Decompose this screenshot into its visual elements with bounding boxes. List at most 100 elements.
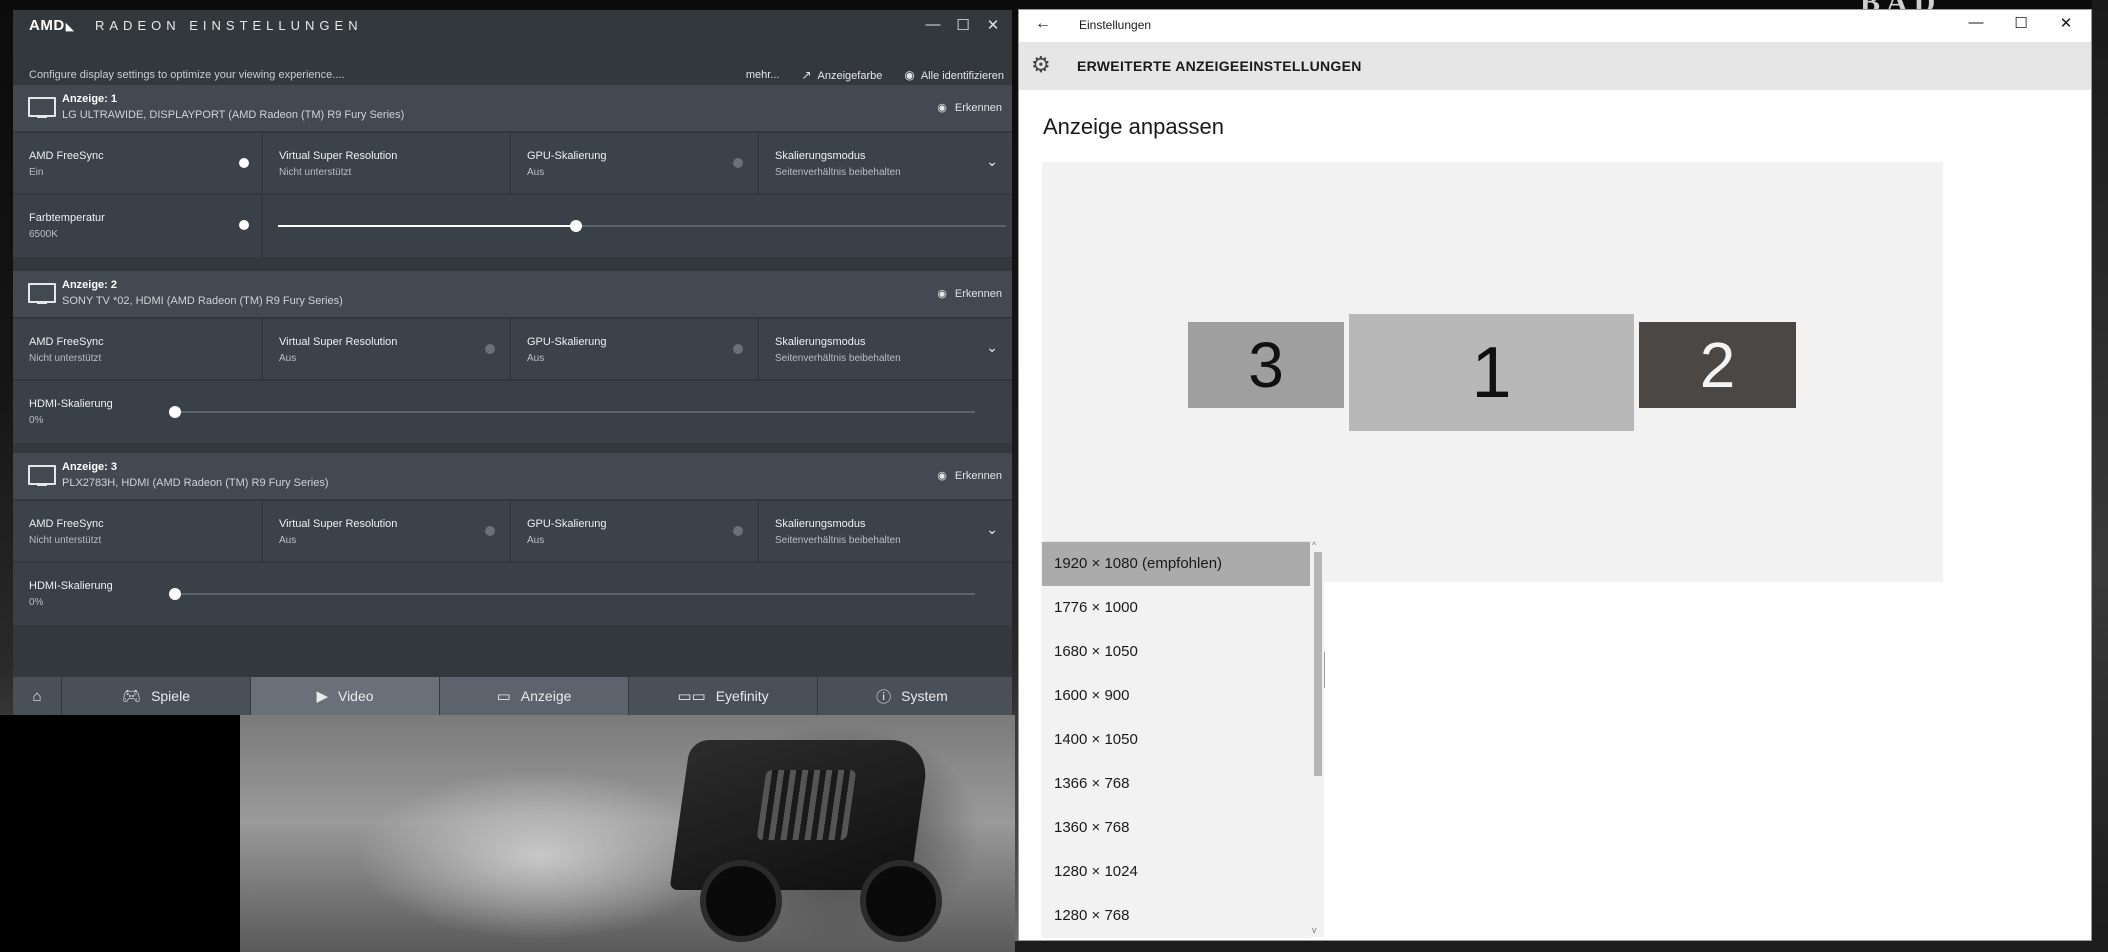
display-arrangement-area: 3 1 2 [1042, 162, 1943, 582]
gpu-scaling-setting[interactable]: GPU-Skalierung Aus [511, 501, 757, 561]
detect-button[interactable]: ◉ Erkennen [937, 469, 1002, 482]
vsr-setting[interactable]: Virtual Super Resolution Aus [263, 501, 509, 561]
close-button[interactable]: ✕ [2044, 14, 2088, 38]
amd-titlebar[interactable]: AMD◣ RADEON EINSTELLUNGEN — ☐ ✕ [13, 10, 1012, 50]
back-arrow-icon[interactable]: ← [1035, 15, 1051, 33]
dropdown-scrollbar[interactable]: ^ v [1310, 540, 1324, 937]
wallpaper-bottom [1015, 941, 2108, 952]
monitor-icon [28, 97, 56, 118]
color-temperature-toggle[interactable] [239, 220, 249, 230]
tab-display[interactable]: ▭ Anzeige [440, 677, 629, 715]
monitor-1-tile[interactable]: 1 [1349, 314, 1634, 431]
wallpaper-truck-wheel [700, 860, 782, 942]
tab-games[interactable]: 🎮︎ Spiele [62, 677, 251, 715]
more-link[interactable]: mehr... [746, 69, 780, 81]
slider-knob[interactable] [570, 220, 583, 232]
share-arrow-icon: ↗ [801, 68, 812, 82]
setting-value: Ein [29, 167, 44, 178]
color-temperature-slider[interactable] [278, 220, 1006, 232]
gpu-scaling-toggle[interactable] [733, 158, 743, 168]
freesync-toggle[interactable] [239, 158, 249, 168]
setting-label: Skalierungsmodus [775, 150, 866, 162]
gamepad-icon: 🎮︎ [122, 688, 142, 705]
tab-video[interactable]: ▶ Video [251, 677, 440, 715]
resolution-option[interactable]: 1366 × 768 [1042, 762, 1310, 806]
wallpaper-truck-wheel [860, 860, 942, 942]
slider-knob[interactable] [169, 588, 181, 600]
vsr-toggle[interactable] [485, 526, 495, 536]
setting-value: Aus [527, 535, 545, 546]
detect-button[interactable]: ◉ Erkennen [937, 101, 1002, 114]
gpu-scaling-setting[interactable]: GPU-Skalierung Aus [511, 319, 757, 379]
section-heading: Anzeige anpassen [1043, 114, 1225, 139]
resolution-option[interactable]: 1280 × 768 [1042, 894, 1310, 938]
maximize-button[interactable]: ☐ [1999, 14, 2043, 38]
hdmi-scaling-slider[interactable] [169, 588, 975, 600]
monitor-3-tile[interactable]: 3 [1188, 322, 1344, 408]
scroll-up-icon[interactable]: ^ [1312, 540, 1316, 550]
setting-label: AMD FreeSync [29, 150, 104, 162]
resolution-dropdown-list[interactable]: 1920 × 1080 (empfohlen) 1776 × 1000 1680… [1042, 540, 1324, 938]
setting-value: Aus [527, 167, 545, 178]
display-subtitle: PLX2783H, HDMI (AMD Radeon (TM) R9 Fury … [62, 477, 329, 489]
slider-label: HDMI-Skalierung [29, 398, 113, 410]
setting-label: GPU-Skalierung [527, 150, 607, 162]
setting-label: AMD FreeSync [29, 518, 104, 530]
display-color-link[interactable]: ↗ Anzeigefarbe [801, 68, 882, 82]
chevron-down-icon: ⌄ [986, 153, 998, 169]
scaling-mode-dropdown[interactable]: Skalierungsmodus Seitenverhältnis beibeh… [759, 133, 1012, 193]
close-button[interactable]: ✕ [981, 16, 1005, 36]
tab-system[interactable]: ⓘ System [818, 677, 1006, 715]
vsr-setting[interactable]: Virtual Super Resolution Nicht unterstüt… [263, 133, 509, 193]
resolution-option[interactable]: 1360 × 768 [1042, 806, 1310, 850]
freesync-setting[interactable]: AMD FreeSync Ein [13, 133, 261, 193]
setting-label: Virtual Super Resolution [279, 150, 398, 162]
slider-knob[interactable] [169, 406, 181, 418]
chevron-down-icon: ⌄ [986, 339, 998, 355]
setting-value: Aus [279, 535, 297, 546]
eye-icon: ◉ [937, 288, 947, 300]
scrollbar-thumb[interactable] [1314, 552, 1322, 776]
eye-icon: ◉ [904, 68, 915, 82]
freesync-setting[interactable]: AMD FreeSync Nicht unterstützt [13, 319, 261, 379]
eyefinity-icon: ▭▭ [677, 688, 706, 705]
resolution-option[interactable]: 1776 × 1000 [1042, 586, 1310, 630]
settings-titlebar[interactable]: ← Einstellungen — ☐ ✕ [1019, 10, 2091, 42]
gpu-scaling-setting[interactable]: GPU-Skalierung Aus [511, 133, 757, 193]
resolution-option[interactable]: 1280 × 1024 [1042, 850, 1310, 894]
scaling-mode-dropdown[interactable]: Skalierungsmodus Seitenverhältnis beibeh… [759, 319, 1012, 379]
maximize-button[interactable]: ☐ [951, 16, 975, 36]
resolution-option[interactable]: 1600 × 900 [1042, 674, 1310, 718]
slider-value: 0% [29, 415, 44, 426]
scroll-down-icon[interactable]: v [1312, 925, 1317, 935]
tab-eyefinity[interactable]: ▭▭ Eyefinity [629, 677, 818, 715]
amd-window-title: RADEON EINSTELLUNGEN [95, 18, 363, 33]
display-subtitle: SONY TV *02, HDMI (AMD Radeon (TM) R9 Fu… [62, 295, 343, 307]
setting-value: Aus [527, 353, 545, 364]
gpu-scaling-toggle[interactable] [733, 344, 743, 354]
resolution-option[interactable]: 1680 × 1050 [1042, 630, 1310, 674]
vsr-toggle[interactable] [485, 344, 495, 354]
minimize-button[interactable]: — [1954, 14, 1998, 38]
monitor-2-tile[interactable]: 2 [1639, 322, 1796, 408]
resolution-option[interactable]: 1920 × 1080 (empfohlen) [1042, 542, 1310, 586]
display-subtitle: LG ULTRAWIDE, DISPLAYPORT (AMD Radeon (T… [62, 109, 405, 121]
slider-fill [278, 225, 577, 227]
hdmi-scaling-slider[interactable] [169, 406, 975, 418]
gpu-scaling-toggle[interactable] [733, 526, 743, 536]
play-icon: ▶ [316, 688, 328, 705]
setting-value: Seitenverhältnis beibehalten [775, 353, 901, 364]
resolution-option[interactable]: 1400 × 1050 [1042, 718, 1310, 762]
identify-all-link[interactable]: ◉ Alle identifizieren [904, 68, 1004, 82]
eye-icon: ◉ [937, 470, 947, 482]
hdmi-scaling-row: HDMI-Skalierung 0% [13, 563, 1012, 625]
vsr-setting[interactable]: Virtual Super Resolution Aus [263, 319, 509, 379]
info-icon: ⓘ [876, 688, 892, 706]
tab-home[interactable]: ⌂ [13, 677, 62, 715]
minimize-button[interactable]: — [921, 16, 945, 36]
wallpaper-dark-area [0, 715, 240, 952]
freesync-setting[interactable]: AMD FreeSync Nicht unterstützt [13, 501, 261, 561]
detect-button[interactable]: ◉ Erkennen [937, 287, 1002, 300]
display-title: Anzeige: 3 [62, 461, 118, 473]
scaling-mode-dropdown[interactable]: Skalierungsmodus Seitenverhältnis beibeh… [759, 501, 1012, 561]
